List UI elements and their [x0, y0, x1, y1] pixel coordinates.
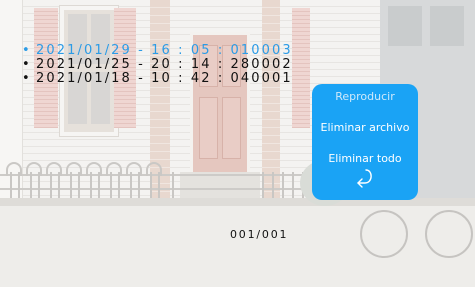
recording-timestamp: 2021/01/25 - 20 : 14 : 280002: [36, 57, 293, 72]
delete-file-button[interactable]: Eliminar archivo: [312, 121, 418, 135]
recording-timestamp: 2021/01/29 - 16 : 05 : 010003: [36, 43, 293, 58]
list-bullet: •: [22, 57, 32, 72]
list-bullet: •: [22, 43, 32, 58]
recording-list: • 2021/01/29 - 16 : 05 : 010003 • 2021/0…: [22, 44, 293, 86]
list-bullet: •: [22, 71, 32, 86]
window-shutter: [292, 8, 310, 128]
recording-item[interactable]: • 2021/01/29 - 16 : 05 : 010003: [22, 44, 293, 58]
bicycle-wheel: [360, 210, 408, 258]
recording-item[interactable]: • 2021/01/18 - 10 : 42 : 040001: [22, 72, 293, 86]
play-button[interactable]: Reproducir: [312, 90, 418, 104]
recording-timestamp: 2021/01/18 - 10 : 42 : 040001: [36, 71, 293, 86]
return-arrow-icon[interactable]: [354, 168, 376, 188]
recording-item[interactable]: • 2021/01/25 - 20 : 14 : 280002: [22, 58, 293, 72]
delete-all-button[interactable]: Eliminar todo: [312, 152, 418, 166]
iron-fence: [0, 158, 310, 200]
action-menu: Reproducir Eliminar archivo Eliminar tod…: [312, 84, 418, 200]
bicycle-wheel: [425, 210, 473, 258]
page-counter: 001/001: [230, 228, 289, 241]
